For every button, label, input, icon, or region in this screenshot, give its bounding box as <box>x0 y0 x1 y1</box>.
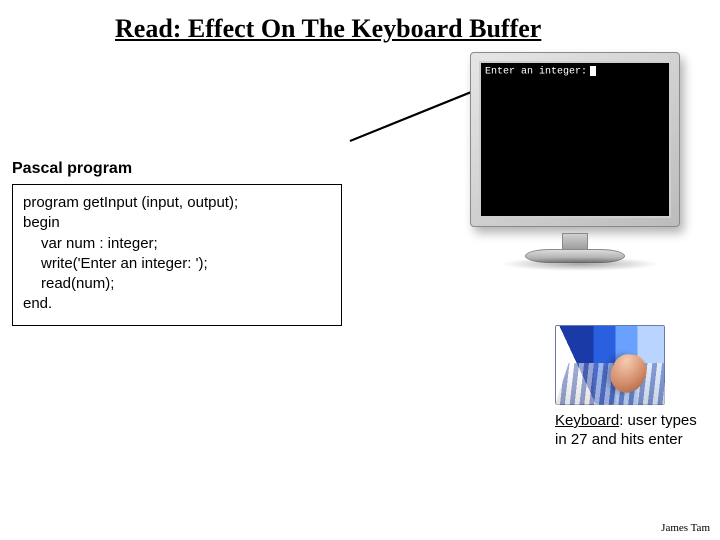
code-line: read(num); <box>23 274 331 294</box>
code-line: program getInput (input, output); <box>23 193 331 213</box>
keyboard-caption: Keyboard: user types in 27 and hits ente… <box>555 412 700 450</box>
keyboard-photo <box>555 325 665 405</box>
code-line: end. <box>23 294 331 314</box>
code-line: write('Enter an integer: '); <box>23 254 331 274</box>
code-line: var num : integer; <box>23 234 331 254</box>
section-label-pascal-program: Pascal program <box>12 160 132 178</box>
monitor-screen: Enter an integer: <box>479 61 671 218</box>
code-line: begin <box>23 213 331 233</box>
terminal-prompt: Enter an integer: <box>485 66 596 78</box>
pascal-code-box: program getInput (input, output); begin … <box>12 184 342 326</box>
keyboard-caption-label: Keyboard <box>555 412 619 429</box>
monitor-illustration: Enter an integer: <box>470 52 700 282</box>
monitor-frame: Enter an integer: <box>470 52 680 227</box>
cursor-icon <box>590 66 596 76</box>
footer-author: James Tam <box>661 522 710 534</box>
terminal-prompt-text: Enter an integer: <box>485 67 587 78</box>
monitor-shadow <box>500 257 660 271</box>
page-title: Read: Effect On The Keyboard Buffer <box>115 14 541 44</box>
